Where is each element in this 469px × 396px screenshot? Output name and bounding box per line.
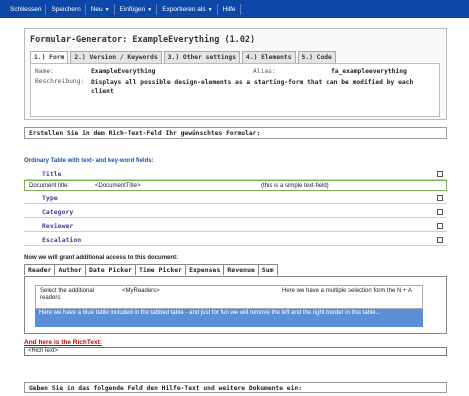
richtext-heading: Erstellen Sie in dem Rich-Text-Feld Ihr … [24,127,447,139]
richtext-field[interactable]: <RichText> [24,347,447,356]
readers-note: Here we have a multiple selection form t… [282,288,412,294]
section-label: Type [42,194,58,202]
new-label: Neu [90,5,103,13]
form-title: Formular-Generator: ExampleEverything (1… [30,35,256,45]
export-menu[interactable]: Exportieren als ▼ [158,3,218,15]
section-label: Title [42,170,62,178]
tab-expenses[interactable]: Expenses [185,264,225,275]
doc-title-field[interactable]: <DocumentTitle> [95,183,140,189]
tab-date-picker[interactable]: Date Picker [84,264,137,275]
tab-sum[interactable]: Sum [257,264,278,275]
checkbox-icon[interactable] [437,209,443,215]
help-heading: Geben Sie in das folgende Feld den Hilfe… [24,382,447,393]
collapse-icon[interactable] [437,171,443,177]
name-field[interactable]: ExampleEverything [91,68,155,75]
document-title-row: Document title: <DocumentTitle> (this is… [24,180,447,191]
form-panel: Formular-Generator: ExampleEverything (1… [24,28,447,120]
help-button[interactable]: Hilfe [219,3,241,15]
section-type[interactable]: Type [24,193,447,204]
close-button[interactable]: Schliessen [6,3,47,15]
section-label: Reviewer [42,222,74,230]
doc-title-label: Document title: [29,183,70,189]
export-label: Exportieren als [162,5,206,13]
name-label: Name: [35,68,54,75]
caret-down-icon: ▼ [207,6,213,13]
access-text: Now we will grant additional access to t… [24,255,179,261]
checkbox-icon[interactable] [437,237,443,243]
description-field[interactable]: Displays all possible design-elements as… [91,78,431,96]
form-tab-pane: Name: ExampleEverything Alias: fa_exampl… [30,63,440,117]
reader-pane: Select the additional readers <MyReaders… [24,276,447,334]
new-menu[interactable]: Neu ▼ [87,3,115,15]
tab-author[interactable]: Author [54,264,86,275]
section-label: Category [42,208,74,216]
alias-label: Alias: [253,68,276,75]
tab-time-picker[interactable]: Time Picker [135,264,187,275]
insert-label: Einfügen [119,5,146,13]
checkbox-icon[interactable] [437,223,443,229]
access-tabs: Reader Author Date Picker Time Picker Ex… [24,264,278,275]
caret-down-icon: ▼ [147,6,153,13]
description-label: Beschreibung: [35,78,85,85]
richtext-label: And here is the RichText: [24,339,102,346]
section-category[interactable]: Category [24,207,447,218]
readers-field[interactable]: <MyReaders> [122,288,160,294]
doc-title-note: (this is a simple text-field) [261,183,329,189]
tab-revenue[interactable]: Revenue [223,264,259,275]
insert-menu[interactable]: Einfügen ▼ [116,3,158,15]
ordinary-table: Title Document title: <DocumentTitle> (t… [24,169,447,251]
section-title[interactable]: Title [24,169,447,180]
toolbar: Schliessen Speichern Neu ▼ Einfügen ▼ Expo… [0,0,469,18]
reader-table: Select the additional readers <MyReaders… [35,285,423,309]
section-reviewer[interactable]: Reviewer [24,221,447,232]
section-escalation[interactable]: Escalation [24,235,447,246]
blue-table: Here we have a blue table included in th… [35,309,423,327]
table-caption: Ordinary Table with text- and key-word f… [24,158,154,164]
alias-field[interactable]: fa_exampleeverything [331,68,407,75]
tab-reader[interactable]: Reader [24,264,56,275]
save-button[interactable]: Speichern [47,3,86,15]
select-readers-label: Select the additional readers [40,288,95,301]
checkbox-icon[interactable] [437,195,443,201]
section-label: Escalation [42,236,82,244]
caret-down-icon: ▼ [104,6,110,13]
